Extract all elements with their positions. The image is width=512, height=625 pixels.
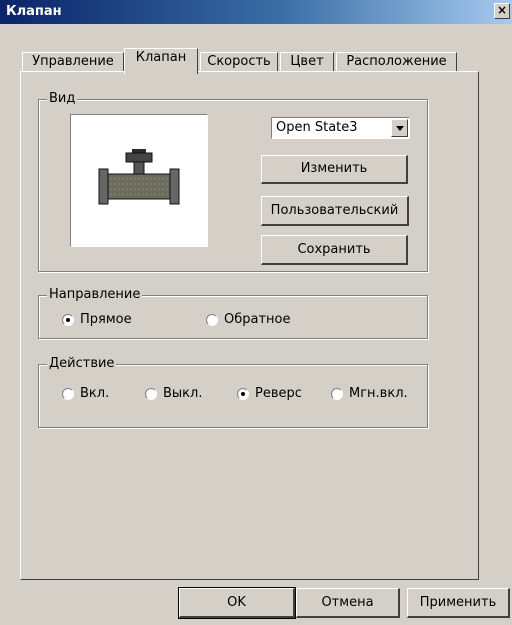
apply-button[interactable]: Применить [407,588,510,618]
apply-button-label: Применить [419,595,497,610]
window-title: Клапан [6,4,62,19]
valve-preview [70,114,208,247]
valve-icon [98,149,180,205]
cancel-button-label: Отмена [321,595,374,610]
tab-label: Управление [32,54,114,69]
close-button[interactable]: × [494,3,510,19]
radio-indicator[interactable] [206,314,218,326]
radio-indicator[interactable] [331,388,343,400]
radio-label: Выкл. [163,386,203,401]
radio-label: Реверс [255,386,302,401]
ok-button-label: OK [227,595,246,610]
tab-label: Расположение [346,54,447,69]
radio-indicator[interactable] [62,388,74,400]
view-group-label: Вид [47,91,78,107]
radio-indicator[interactable] [62,314,74,326]
action-group-label: Действие [47,356,117,372]
save-button[interactable]: Сохранить [261,235,408,265]
custom-button-label: Пользовательский [270,203,399,218]
change-button[interactable]: Изменить [261,155,408,184]
ok-button[interactable]: OK [178,587,296,619]
radio-label: Мгн.вкл. [349,386,408,401]
tab-label: Цвет [290,54,324,69]
tab-label: Клапан [135,50,187,65]
cancel-button[interactable]: Отмена [296,588,400,618]
tab-label: Скорость [207,54,271,69]
close-icon: × [496,3,508,17]
tab-skorost[interactable]: Скорость [200,52,278,72]
radio-label: Прямое [80,312,132,327]
radio-label: Обратное [224,312,291,327]
tab-klapan[interactable]: Клапан [124,48,198,74]
title-bar: Клапан × [0,0,512,24]
state-select-value: Open State3 [276,120,358,135]
tab-upravlenie[interactable]: Управление [22,52,124,72]
radio-indicator[interactable] [145,388,157,400]
state-select[interactable]: Open State3 [271,117,410,139]
save-button-label: Сохранить [297,242,371,257]
change-button-label: Изменить [300,161,368,176]
chevron-down-icon[interactable] [391,119,408,137]
tab-raspolozhenie[interactable]: Расположение [336,52,457,72]
direction-group-label: Направление [47,287,143,303]
radio-label: Вкл. [80,386,110,401]
tab-tsvet[interactable]: Цвет [280,52,334,72]
radio-indicator[interactable] [237,388,249,400]
custom-button[interactable]: Пользовательский [261,196,409,226]
